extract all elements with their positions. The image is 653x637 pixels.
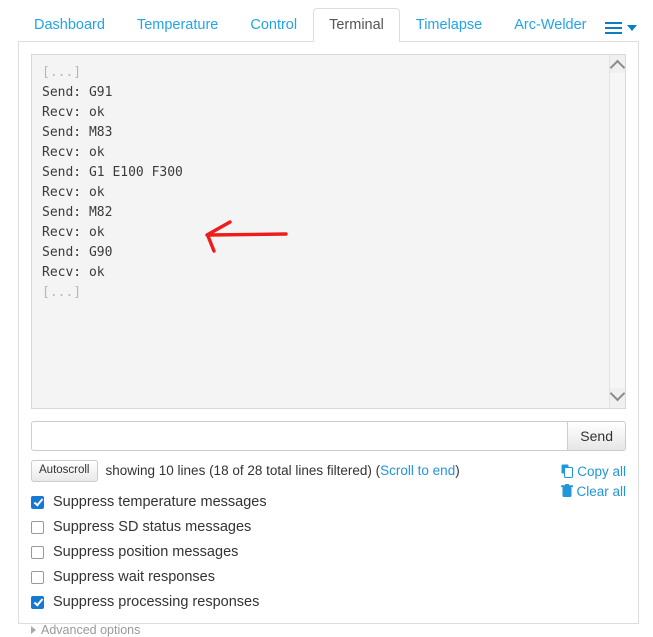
checkbox-unchecked[interactable] [31,545,44,559]
autoscroll-button[interactable]: Autoscroll [31,460,98,482]
terminal-line: Recv: ok [42,145,105,160]
checkbox-checked[interactable] [31,495,44,509]
tab-dashboard[interactable]: Dashboard [18,8,121,42]
line-count-text-end: ) [455,463,460,478]
terminal-scrollbar[interactable] [609,55,625,408]
filter-label: Suppress SD status messages [53,519,252,536]
tab-arc-welder[interactable]: Arc-Welder [498,8,602,42]
checkbox-unchecked[interactable] [31,520,44,534]
filter-label: Suppress processing responses [53,594,260,611]
tab-bar: Dashboard Temperature Control Terminal Timel… [0,0,653,44]
filter-row[interactable]: Suppress temperature messages [31,490,626,515]
tab-terminal[interactable]: Terminal [313,7,400,44]
terminal-status-row: Autoscroll showing 10 lines (18 of 28 to… [31,460,626,499]
send-button[interactable]: Send [567,421,626,451]
terminal-line: Send: G90 [42,245,113,260]
terminal-line: Recv: ok [42,265,105,280]
tab-control[interactable]: Control [234,8,313,42]
terminal-line: Send: G1 E100 F300 [42,165,183,180]
terminal-output-container: [...] Send: G91 Recv: ok Send: M83 Recv: ok S… [31,54,626,409]
filter-label: Suppress position messages [53,544,239,561]
filter-row[interactable]: Suppress processing responses [31,590,626,615]
terminal-line: Send: M82 [42,205,113,220]
scroll-to-end-link[interactable]: Scroll to end [380,463,455,478]
line-count-text: showing 10 lines (18 of 28 total lines f… [105,463,381,478]
main-menu-button[interactable] [605,21,637,43]
command-input[interactable] [31,421,568,451]
terminal-line: [...] [42,65,82,80]
command-send-row: Send [31,421,626,451]
chevron-down-icon [627,24,637,31]
tab-temperature[interactable]: Temperature [121,8,234,42]
copy-all-label: Copy all [577,464,626,479]
terminal-line: Recv: ok [42,225,105,240]
suppress-filters-list: Suppress temperature messages Suppress SD… [31,490,626,615]
terminal-line: [...] [42,285,82,300]
checkbox-checked[interactable] [31,595,44,609]
advanced-options-toggle[interactable]: Advanced options [31,623,626,637]
filter-row[interactable]: Suppress wait responses [31,565,626,590]
checkbox-unchecked[interactable] [31,570,44,584]
filter-label: Suppress temperature messages [53,494,267,511]
tab-timelapse[interactable]: Timelapse [400,8,498,42]
trash-icon [561,484,574,497]
copy-all-button[interactable]: Copy all [561,462,626,482]
copy-icon [561,464,574,478]
hamburger-icon [605,21,622,34]
terminal-line: Send: M83 [42,125,113,140]
clear-all-label: Clear all [576,484,626,499]
terminal-line: Recv: ok [42,185,105,200]
terminal-line: Send: G91 [42,85,113,100]
scroll-down-icon[interactable] [609,385,625,402]
terminal-line: Recv: ok [42,105,105,120]
triangle-right-icon [31,625,36,634]
clear-all-button[interactable]: Clear all [561,482,626,502]
advanced-options-label: Advanced options [41,622,141,637]
terminal-actions: Copy all Clear all [561,462,626,502]
terminal-log[interactable]: [...] Send: G91 Recv: ok Send: M83 Recv: ok S… [32,55,609,408]
scrollbar-track[interactable] [610,73,625,388]
line-count-status: showing 10 lines (18 of 28 total lines f… [106,460,460,478]
filter-row[interactable]: Suppress position messages [31,540,626,565]
filter-label: Suppress wait responses [53,569,215,586]
filter-row[interactable]: Suppress SD status messages [31,515,626,540]
terminal-panel: [...] Send: G91 Recv: ok Send: M83 Recv: ok S… [18,42,639,637]
